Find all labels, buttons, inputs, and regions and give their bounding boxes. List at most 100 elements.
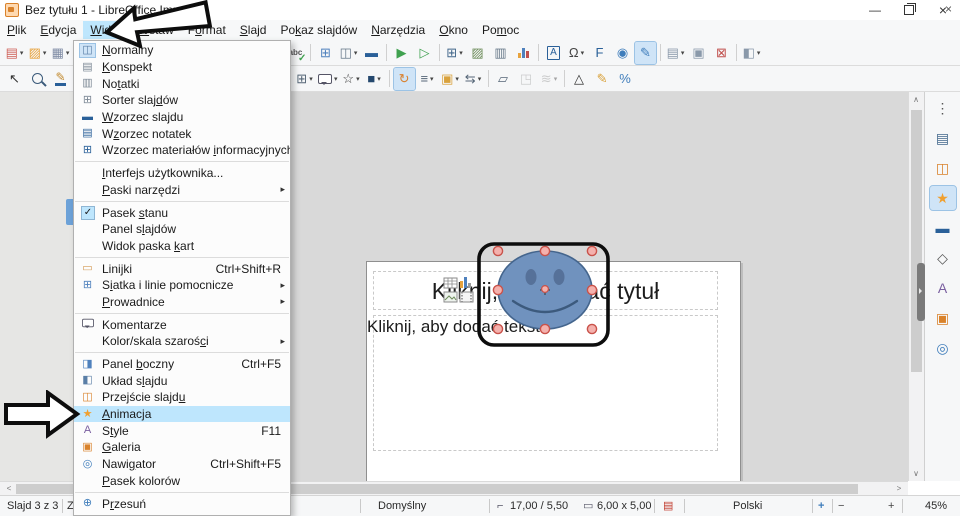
callout-shapes-dropdown-icon[interactable]: ▾ [334, 75, 338, 83]
sidebar-tab-master-slides-icon[interactable]: ▬ [930, 216, 956, 240]
slide-panel-grip[interactable] [66, 199, 73, 225]
slide-properties-dropdown-icon[interactable]: ▾ [757, 49, 761, 57]
display-views-button[interactable]: ◫ ▾ [338, 42, 359, 64]
duplicate-slide-button[interactable]: ▣ [688, 42, 709, 64]
sidebar-tab-animation-icon[interactable]: ★ [928, 185, 957, 211]
insert-hyperlink-button[interactable]: ◉ [612, 42, 633, 64]
stars-and-banners-button[interactable]: ☆ ▾ [341, 68, 362, 90]
sidebar-grip[interactable] [917, 263, 925, 321]
insert-special-character-dropdown-icon[interactable]: ▾ [581, 49, 585, 57]
shadow-button[interactable]: ▱ [493, 68, 514, 90]
display-views-dropdown-icon[interactable]: ▾ [354, 49, 358, 57]
new-slide-dropdown-icon[interactable]: ▾ [681, 49, 685, 57]
menu-item-pasek-stanu[interactable]: ✓ Pasek stanu [74, 204, 290, 221]
new-presentation-button[interactable]: ▤ ▾ [4, 42, 25, 64]
menu-item-notatki[interactable]: ▥ Notatki [74, 75, 290, 92]
image-filter-dropdown-icon[interactable]: ▾ [554, 75, 558, 83]
menu-item-panel-boczny[interactable]: ◨ Panel boczny Ctrl+F5 [74, 356, 290, 373]
toggle-extrusion-button[interactable]: % [615, 68, 636, 90]
zoom-in-button[interactable]: + [888, 499, 894, 514]
vertical-scroll-thumb[interactable] [911, 110, 922, 372]
flowchart-shapes-dropdown-icon[interactable]: ▾ [309, 75, 313, 83]
selection-handle[interactable] [586, 284, 598, 296]
selection-handle[interactable] [539, 323, 551, 335]
align-objects-dropdown-icon[interactable]: ▾ [430, 75, 434, 83]
menubar-item-narzędzia[interactable]: Narzędzia [364, 21, 432, 39]
menubar-item-plik[interactable]: Plik [0, 21, 33, 39]
adjustment-handle[interactable] [540, 284, 549, 293]
insert-fontwork-button[interactable]: F [589, 42, 610, 64]
open-file-button[interactable]: ▨ ▾ [27, 42, 48, 64]
open-file-dropdown-icon[interactable]: ▾ [43, 49, 47, 57]
menubar-item-okno[interactable]: Okno [432, 21, 475, 39]
edit-points-button[interactable]: △ [569, 68, 590, 90]
menu-item-konspekt[interactable]: ▤ Konspekt [74, 59, 290, 76]
placeholder-insert-icons[interactable] [443, 277, 474, 303]
save-button[interactable]: ▦ ▾ [50, 42, 71, 64]
menu-item-linijki[interactable]: ▭ Linijki Ctrl+Shift+R [74, 260, 290, 277]
new-presentation-dropdown-icon[interactable]: ▾ [20, 49, 24, 57]
insert-table-button[interactable]: ⊞ ▾ [444, 42, 465, 64]
close-document-icon[interactable]: × [945, 2, 952, 16]
menu-item-prowadnice[interactable]: Prowadnice ▸ [74, 294, 290, 311]
sidebar-tab-navigator-icon[interactable]: ◎ [930, 336, 956, 360]
menu-item-paski-narzędzi[interactable]: Paski narzędzi ▸ [74, 182, 290, 199]
glue-points-button[interactable]: ✎ [592, 68, 613, 90]
3d-objects-button[interactable]: ■ ▾ [364, 68, 385, 90]
menu-item-przejście-slajdu[interactable]: ◫ Przejście slajdu [74, 389, 290, 406]
sidebar-tab-properties-icon[interactable]: ▤ [930, 126, 956, 150]
menu-item-sorter-slajdów[interactable]: ⊞ Sorter slajdów [74, 92, 290, 109]
menu-item-komentarze[interactable]: Komentarze [74, 316, 290, 333]
insert-line-button[interactable]: ✎ [50, 68, 71, 90]
template-status[interactable]: Domyślny [378, 499, 426, 514]
insert-image-button[interactable]: ▨ [467, 42, 488, 64]
insert-media-button[interactable]: ▥ [490, 42, 511, 64]
insert-chart-icon[interactable] [460, 281, 463, 288]
insert-special-character-button[interactable]: Ω ▾ [566, 42, 587, 64]
display-grid-button[interactable]: ⊞ [315, 42, 336, 64]
distribute-selection-dropdown-icon[interactable]: ▾ [478, 75, 482, 83]
start-from-first-slide-button[interactable]: ▶ [391, 42, 412, 64]
scroll-down-icon[interactable]: ∨ [909, 469, 923, 478]
menu-item-wzorzec-materiałów-informacyjnych[interactable]: ⊞ Wzorzec materiałów informacyjnych [74, 142, 290, 159]
language-status[interactable]: Polski [733, 499, 762, 514]
scroll-right-icon[interactable]: > [892, 484, 906, 493]
menu-item-pasek-kolorów[interactable]: Pasek kolorów [74, 473, 290, 490]
menu-item-układ-slajdu[interactable]: ◧ Układ slajdu [74, 372, 290, 389]
zoom-level-status[interactable]: 45% [916, 499, 956, 514]
select-button[interactable]: ↖ [4, 68, 25, 90]
sidebar-tab-sidebar-settings-icon[interactable]: ⋮ [930, 96, 956, 120]
scroll-up-icon[interactable]: ∧ [909, 95, 923, 104]
distribute-selection-button[interactable]: ⇆ ▾ [463, 68, 484, 90]
menu-item-style[interactable]: A Style F11 [74, 422, 290, 439]
flowchart-shapes-button[interactable]: ⊞ ▾ [294, 68, 315, 90]
save-dropdown-icon[interactable]: ▾ [66, 49, 70, 57]
menu-item-nawigator[interactable]: ◎ Nawigator Ctrl+Shift+F5 [74, 456, 290, 473]
zoom-and-pan-button[interactable] [27, 68, 48, 90]
selection-handle[interactable] [586, 245, 598, 257]
cursor-position-status[interactable]: 17,00 / 5,50 [510, 499, 568, 514]
menu-item-przesuń[interactable]: ⊕ Przesuń [74, 495, 290, 512]
delete-slide-button[interactable]: ⊠ [711, 42, 732, 64]
minimize-button[interactable]: — [858, 0, 892, 20]
slide-properties-button[interactable]: ◧ ▾ [741, 42, 762, 64]
selection-handle[interactable] [492, 323, 504, 335]
selection-handle[interactable] [492, 245, 504, 257]
insert-table-icon[interactable] [443, 277, 458, 289]
fit-slide-icon[interactable]: + [818, 499, 824, 514]
3d-objects-dropdown-icon[interactable]: ▾ [377, 75, 381, 83]
insert-text-box-button[interactable]: A [543, 42, 564, 64]
callout-shapes-button[interactable]: ▾ [317, 68, 339, 90]
zoom-out-button[interactable]: − [838, 499, 844, 514]
restore-button[interactable] [892, 0, 926, 20]
menu-item-panel-slajdów[interactable]: Panel slajdów [74, 221, 290, 238]
scroll-left-icon[interactable]: < [2, 484, 16, 493]
arrange-dropdown-icon[interactable]: ▾ [455, 75, 459, 83]
align-objects-button[interactable]: ≡ ▾ [417, 68, 438, 90]
sidebar-tab-gallery-icon[interactable]: ▣ [930, 306, 956, 330]
rotate-button[interactable]: ↻ [392, 66, 416, 91]
sidebar-tab-shapes-icon[interactable]: ◇ [930, 246, 956, 270]
menubar-item-pomoc[interactable]: Pomoc [475, 21, 526, 39]
start-from-current-slide-button[interactable]: ▷ [414, 42, 435, 64]
menubar-item-edycja[interactable]: Edycja [33, 21, 83, 39]
